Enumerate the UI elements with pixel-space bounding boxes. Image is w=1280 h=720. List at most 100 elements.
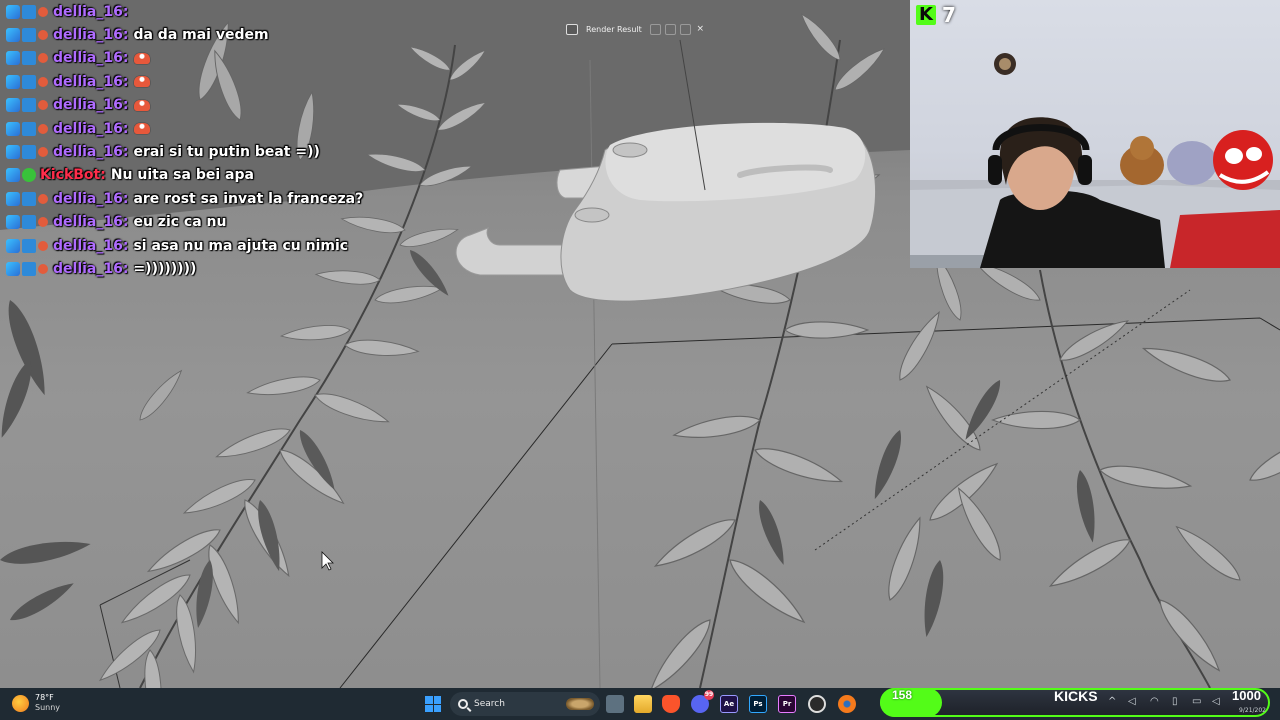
webcam-feed: 7 [910,0,1280,268]
subscriber-badge-icon [6,121,20,136]
verified-badge-icon [22,51,36,66]
verified-badge-icon [22,28,36,43]
chat-overlay: dellia_16: dellia_16: da da mai vedem delli… [6,0,446,281]
search-highlight-icon [566,698,594,710]
bot-badge-icon [22,168,36,183]
chat-message: dellia_16: erai si tu putin beat =)) [6,140,446,163]
gifter-badge-icon [38,76,48,87]
subscriber-badge-icon [6,74,20,89]
gifter-badge-icon [38,30,48,41]
chat-username[interactable]: dellia_16: [53,74,128,90]
subscriber-badge-icon [6,261,20,276]
open-image-button[interactable] [679,23,691,35]
chat-username[interactable]: dellia_16: [53,261,128,277]
subscriber-badge-icon [6,168,20,183]
file-explorer-icon[interactable] [634,695,652,713]
subscriber-badge-icon [6,191,20,206]
chat-message-text: si asa nu ma ajuta cu nimic [133,237,349,254]
viewer-count: 7 [916,3,956,27]
photoshop-icon[interactable]: Ps [749,695,767,713]
chat-message-text: erai si tu putin beat =)) [133,144,320,161]
duplicate-image-button[interactable] [664,23,676,35]
weather-widget[interactable]: 78°F Sunny [12,693,60,713]
gifter-badge-icon [38,6,48,17]
chat-message: dellia_16: [6,94,446,117]
after-effects-icon[interactable]: Ae [720,695,738,713]
verified-badge-icon [22,191,36,206]
leaves-far-left [0,296,93,627]
taskbar-search[interactable]: Search [450,692,600,716]
microphone-icon[interactable]: ▯ [1172,696,1178,708]
speaker-icon[interactable]: ◁ [1212,696,1220,708]
chat-message-text: are rost sa invat la franceza? [133,190,364,207]
image-editor-icon[interactable] [566,23,578,35]
kicks-label: KICKS [1054,688,1098,704]
chat-username[interactable]: dellia_16: [53,121,128,137]
volume-icon[interactable]: ◁ [1128,696,1136,708]
discord-icon[interactable] [691,690,714,713]
chat-username[interactable]: dellia_16: [53,27,128,43]
subscriber-badge-icon [6,215,20,230]
fake-user-button[interactable] [649,23,661,35]
sushi-emote-icon [134,76,151,88]
chat-message: dellia_16: [6,117,446,140]
render-result-label[interactable]: Render Result [582,25,646,34]
display-icon[interactable]: ▭ [1192,696,1201,708]
chat-message: dellia_16: [6,70,446,93]
gifter-badge-icon [38,240,48,251]
network-icon[interactable]: ◠ [1150,696,1159,708]
file-manager-icon[interactable] [606,695,624,713]
chat-message-text: da da mai vedem [133,27,269,44]
chat-username[interactable]: dellia_16: [53,238,128,254]
weather-condition: Sunny [35,703,61,712]
chat-username[interactable]: dellia_16: [53,144,128,160]
weather-temperature: 78°F [35,693,54,702]
chat-username[interactable]: dellia_16: [53,50,128,66]
gifter-badge-icon [38,217,48,228]
tray-overflow-chevron-icon[interactable]: ^ [1108,696,1116,708]
verified-badge-icon [22,4,36,19]
gifter-badge-icon [38,263,48,274]
premiere-pro-icon[interactable]: Pr [778,695,796,713]
blender-icon[interactable] [838,695,856,713]
windows-start-icon[interactable] [425,696,441,712]
kicks-goal-value: 1000 [1232,688,1261,703]
chat-message-text: =)))))))) [133,260,197,277]
chat-message-text: eu zic ca nu [133,214,227,231]
chat-username[interactable]: dellia_16: [53,214,128,230]
sushi-emote-icon [134,52,151,64]
render-result-header: Render Result × [566,21,706,37]
webcam-scene [910,53,1280,268]
gifter-badge-icon [38,100,48,111]
obs-icon[interactable] [808,695,826,713]
viewer-count-value: 7 [942,3,956,27]
brave-browser-icon[interactable] [662,695,680,713]
verified-badge-icon [22,261,36,276]
chat-username[interactable]: KickBot: [40,167,106,183]
search-icon [458,699,468,709]
subscriber-badge-icon [6,98,20,113]
subscriber-badge-icon [6,238,20,253]
chat-message: dellia_16: [6,0,446,23]
chat-message-text: Nu uita sa bei apa [110,167,254,184]
chat-username[interactable]: dellia_16: [53,4,128,20]
gifter-badge-icon [38,123,48,134]
unlink-image-close-icon[interactable]: × [695,24,706,35]
sushi-emote-icon [134,123,151,135]
verified-badge-icon [22,98,36,113]
gifter-badge-icon [38,193,48,204]
verified-badge-icon [22,238,36,253]
taskbar-date[interactable]: 9/21/202 [1239,707,1266,714]
subscriber-badge-icon [6,28,20,43]
windows-taskbar: 78°F Sunny Search Ae Ps Pr 158 KICKS 100… [0,688,1280,720]
chat-message: KickBot: Nu uita sa bei apa [6,164,446,187]
chat-message: dellia_16: are rost sa invat la franceza? [6,187,446,210]
verified-badge-icon [22,145,36,160]
gifter-badge-icon [38,147,48,158]
kick-logo-icon [916,4,936,25]
chat-message: dellia_16: [6,47,446,70]
chat-username[interactable]: dellia_16: [53,97,128,113]
kicks-current-count: 158 [891,688,913,702]
chat-username[interactable]: dellia_16: [53,191,128,207]
chat-message: dellia_16: eu zic ca nu [6,211,446,234]
